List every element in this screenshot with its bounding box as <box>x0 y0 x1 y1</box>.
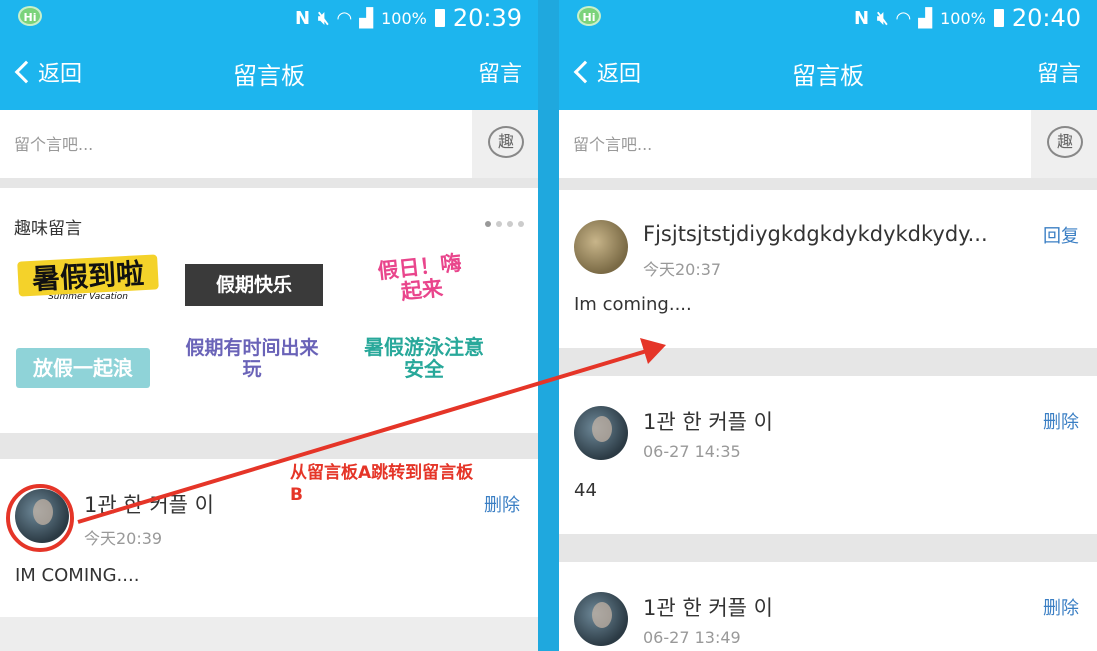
nfc-icon: N <box>294 7 311 29</box>
avatar[interactable] <box>574 220 628 274</box>
reply-button[interactable]: 回复 <box>1043 222 1079 248</box>
sticker-text: 暑假到啦 <box>17 254 159 297</box>
sticker-swim-safety[interactable]: 暑假游泳注意安全 <box>356 336 492 400</box>
right-screen: Hi N 🔇︎ ◠ ▟ 100% 20:40 返回 留言板 留言 趣 Fjsjt… <box>559 0 1097 651</box>
delete-button[interactable]: 删除 <box>1043 408 1079 434</box>
page-dot <box>507 221 513 227</box>
clock: 20:40 <box>1011 4 1081 32</box>
clock: 20:39 <box>452 4 522 32</box>
sticker-lets-go[interactable]: 放假一起浪 <box>16 348 150 388</box>
annotation-line: B <box>290 485 303 505</box>
hi-app-icon: Hi <box>18 6 42 26</box>
message-time: 今天20:37 <box>643 260 722 279</box>
author-name: 1관 한 커플 이 <box>643 596 773 620</box>
battery-level: 100% <box>381 8 427 28</box>
message-card: 1관 한 커플 이 06-27 14:35 删除 44 <box>559 376 1097 534</box>
signal-icon: ▟ <box>359 7 374 29</box>
sticker-happy-holiday[interactable]: 假期快乐 <box>185 264 323 306</box>
page-title: 留言板 <box>233 62 305 90</box>
mute-icon: 🔇︎ <box>877 7 889 29</box>
message-input-row: 趣 <box>0 110 538 178</box>
message-card: 1관 한 커플 이 06-27 13:49 删除 <box>559 562 1097 651</box>
nfc-icon: N <box>853 7 870 29</box>
author-name: Fjsjtsjtstjdiygkdgkdykdykdkydy... <box>643 222 988 246</box>
wifi-icon: ◠ <box>337 7 352 29</box>
author-name: 1관 한 커플 이 <box>643 410 773 434</box>
message-content: Im coming.... <box>574 294 692 315</box>
author-name: 1관 한 커플 이 <box>84 493 214 517</box>
message-card: Fjsjtsjtstjdiygkdgkdykdykdkydy... 今天20:3… <box>559 190 1097 348</box>
sticker-text: 放假一起浪 <box>33 356 133 380</box>
mute-icon: 🔇︎ <box>318 7 330 29</box>
message-time: 06-27 14:35 <box>643 442 741 461</box>
battery-level: 100% <box>940 8 986 28</box>
status-bar: Hi N 🔇︎ ◠ ▟ 100% 20:40 <box>559 0 1097 36</box>
nav-bar: 返回 留言板 留言 <box>559 36 1097 110</box>
divider <box>559 348 1097 376</box>
post-message-button[interactable]: 留言 <box>478 56 522 88</box>
annotation-line: 从留言板A跳转到留言板 <box>290 463 474 483</box>
divider <box>559 178 1097 190</box>
message-content: 44 <box>574 480 597 501</box>
post-message-button[interactable]: 留言 <box>1037 56 1081 88</box>
message-time: 06-27 13:49 <box>643 628 741 647</box>
battery-icon <box>993 9 1004 27</box>
avatar[interactable] <box>574 406 628 460</box>
sticker-holiday-fun[interactable]: 假日！嗨起来 <box>369 251 476 331</box>
highlight-circle <box>6 484 74 552</box>
sticker-text: 假日！嗨起来 <box>376 250 463 305</box>
sticker-summer-vacation[interactable]: 暑假到啦 Summer Vacation <box>17 254 159 316</box>
page-dot <box>496 221 502 227</box>
screen-separator <box>538 0 559 651</box>
divider <box>559 534 1097 562</box>
delete-button[interactable]: 删除 <box>1043 594 1079 620</box>
message-content: IM COMING.... <box>15 565 140 586</box>
status-bar: Hi N 🔇︎ ◠ ▟ 100% 20:39 <box>0 0 538 36</box>
divider <box>0 178 538 188</box>
avatar[interactable] <box>574 592 628 646</box>
sticker-text: 假期有时间出来玩 <box>185 337 319 380</box>
sticker-text: 暑假游泳注意安全 <box>364 335 484 381</box>
annotation-text: 从留言板A跳转到留言板 B <box>290 462 520 506</box>
fun-message-panel: 趣味留言 暑假到啦 Summer Vacation 假期快乐 假日！嗨起来 放假… <box>0 188 538 433</box>
fun-panel-title: 趣味留言 <box>14 219 82 239</box>
message-input-row: 趣 <box>559 110 1097 178</box>
sticker-text: 假期快乐 <box>215 274 292 296</box>
signal-icon: ▟ <box>918 7 933 29</box>
message-input[interactable] <box>0 110 472 178</box>
wifi-icon: ◠ <box>896 7 911 29</box>
page-dot-active <box>485 221 491 227</box>
message-input[interactable] <box>559 110 1031 178</box>
nav-bar: 返回 留言板 留言 <box>0 36 538 110</box>
message-time: 今天20:39 <box>84 529 163 548</box>
fun-toggle-area[interactable]: 趣 <box>472 110 538 178</box>
page-dot <box>518 221 524 227</box>
page-title: 留言板 <box>792 62 864 90</box>
page-indicator <box>485 221 524 227</box>
fun-message-button[interactable]: 趣 <box>1047 126 1083 158</box>
left-screen: Hi N 🔇︎ ◠ ▟ 100% 20:39 返回 留言板 留言 趣 趣味留言 <box>0 0 538 651</box>
sticker-meet-up[interactable]: 假期有时间出来玩 <box>184 338 320 398</box>
fun-toggle-area[interactable]: 趣 <box>1031 110 1097 178</box>
hi-app-icon: Hi <box>577 6 601 26</box>
battery-icon <box>434 9 445 27</box>
fun-message-button[interactable]: 趣 <box>488 126 524 158</box>
divider <box>0 433 538 459</box>
